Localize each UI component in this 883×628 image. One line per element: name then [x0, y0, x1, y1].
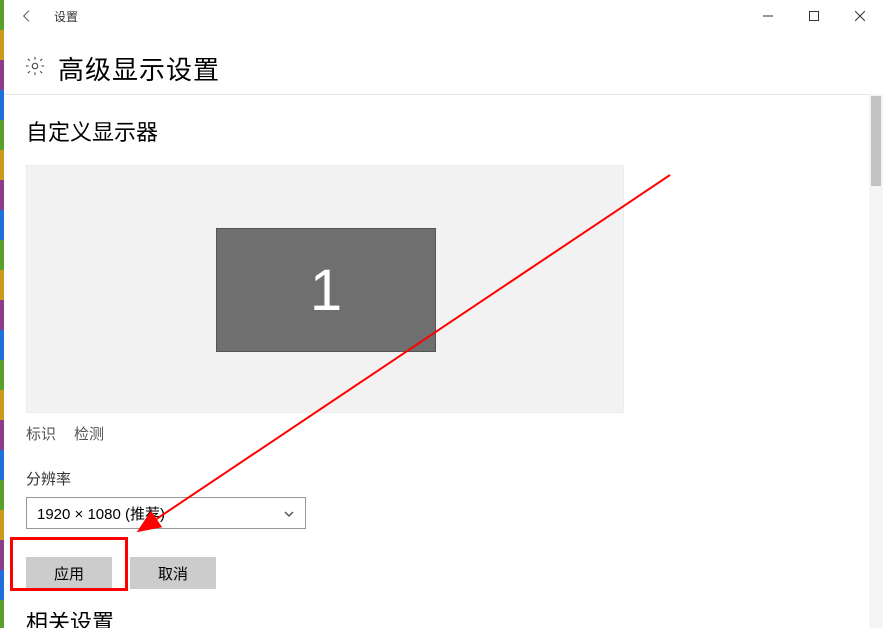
button-row: 应用 取消	[26, 557, 863, 589]
page-header: 高级显示设置	[24, 50, 220, 87]
window-title: 设置	[54, 8, 78, 25]
titlebar: 设置	[4, 0, 883, 32]
display-links: 标识 检测	[26, 423, 863, 444]
gear-icon	[24, 55, 46, 82]
page-title: 高级显示设置	[58, 50, 220, 87]
content-area: 自定义显示器 1 标识 检测 分辨率 1920 × 1080 (推荐) 应用 取…	[26, 115, 863, 589]
resolution-dropdown[interactable]: 1920 × 1080 (推荐)	[26, 497, 306, 529]
detect-link[interactable]: 检测	[74, 423, 104, 444]
monitor-1[interactable]: 1	[216, 228, 436, 352]
resolution-label: 分辨率	[26, 468, 863, 489]
header-divider	[4, 94, 883, 95]
minimize-button[interactable]	[745, 0, 791, 32]
back-button[interactable]	[4, 0, 50, 32]
identify-link[interactable]: 标识	[26, 423, 56, 444]
close-button[interactable]	[837, 0, 883, 32]
chevron-down-icon	[283, 507, 295, 524]
monitor-number: 1	[310, 257, 342, 324]
window-controls	[745, 0, 883, 32]
cancel-button[interactable]: 取消	[130, 557, 216, 589]
scrollbar[interactable]	[869, 94, 883, 628]
apply-button[interactable]: 应用	[26, 557, 112, 589]
resolution-value: 1920 × 1080 (推荐)	[37, 503, 165, 524]
display-preview[interactable]: 1	[26, 165, 624, 413]
section-title-customize: 自定义显示器	[26, 115, 863, 147]
window-left-edge	[0, 0, 4, 628]
scroll-thumb[interactable]	[871, 96, 881, 186]
next-section-partial: 相关设置	[26, 612, 114, 628]
maximize-button[interactable]	[791, 0, 837, 32]
